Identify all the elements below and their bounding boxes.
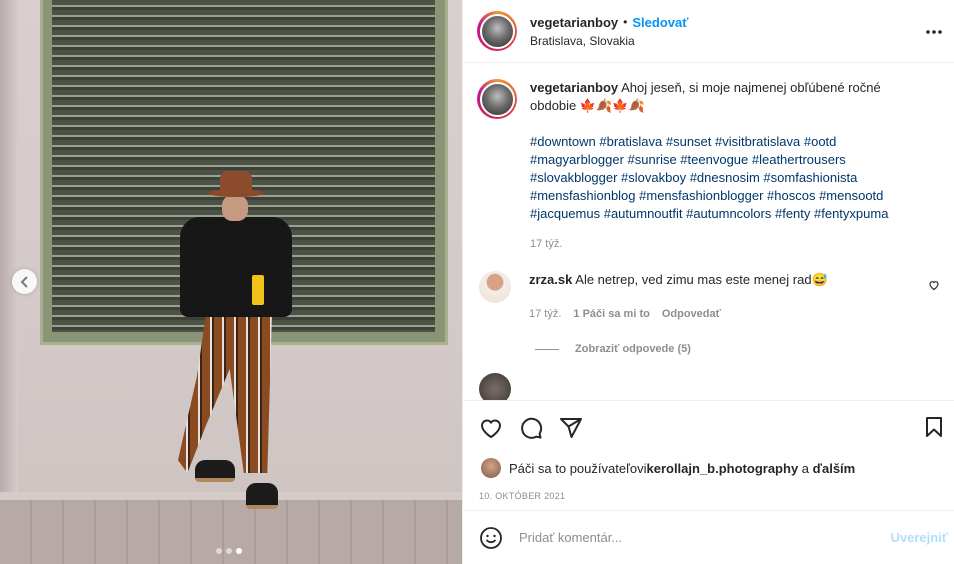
more-options-button[interactable] [924, 22, 944, 42]
post-dialog: vegetarianboy • Sledovať Bratislava, Slo… [0, 0, 954, 564]
replies-divider [535, 348, 559, 350]
likes-prefix: Páči sa to používateľovi [509, 460, 647, 476]
like-button[interactable] [479, 416, 503, 440]
caption-username[interactable]: vegetarianboy [530, 80, 618, 95]
author-avatar[interactable] [477, 11, 517, 51]
carousel-prev-button[interactable] [12, 269, 37, 294]
comment-like-button[interactable] [928, 279, 940, 291]
liker-avatar[interactable] [481, 458, 501, 478]
person-shoe-left [195, 460, 235, 482]
comment-icon [519, 416, 543, 440]
carousel-dot [216, 548, 222, 554]
comment-text: Ale netrep, ved zimu mas este menej rad😅 [575, 272, 828, 287]
liker-username[interactable]: kerollajn_b.photography [646, 461, 798, 476]
comment-button[interactable] [519, 416, 543, 440]
comment-input[interactable] [519, 530, 891, 545]
more-horizontal-icon [924, 22, 944, 42]
view-replies-label: Zobraziť odpovede (5) [575, 343, 691, 355]
post-panel: vegetarianboy • Sledovať Bratislava, Slo… [463, 0, 954, 564]
carousel-dot-active [236, 548, 242, 554]
likes-suffix: a [798, 460, 813, 476]
bookmark-icon [922, 415, 946, 439]
carousel-indicator [216, 548, 242, 554]
emoji-icon [479, 526, 503, 550]
save-button[interactable] [922, 415, 946, 439]
photo-wall-edge [0, 0, 18, 520]
heart-icon [479, 416, 503, 440]
add-comment-bar: Uverejniť [463, 510, 954, 564]
post-header: vegetarianboy • Sledovať Bratislava, Slo… [463, 0, 954, 63]
follow-button[interactable]: Sledovať [632, 15, 688, 30]
emoji-button[interactable] [479, 526, 503, 550]
action-bar [463, 400, 954, 454]
comment-reply-button[interactable]: Odpovedať [662, 305, 721, 323]
post-location[interactable]: Bratislava, Slovakia [530, 34, 688, 48]
caption-avatar[interactable] [477, 79, 517, 119]
comments-section[interactable]: vegetarianboy Ahoj jeseň, si moje najmen… [463, 63, 954, 400]
author-username[interactable]: vegetarianboy [530, 15, 618, 30]
carousel-dot [226, 548, 232, 554]
share-icon [559, 416, 583, 440]
person-shoe-right [246, 483, 278, 509]
commenter-avatar[interactable] [479, 271, 511, 303]
person-yellow-phone [252, 275, 264, 305]
publish-button[interactable]: Uverejniť [890, 530, 948, 545]
likes-others-link[interactable]: ďalším [813, 461, 856, 476]
likes-summary: Páči sa to používateľovi kerollajn_b.pho… [463, 454, 954, 482]
comment-time[interactable]: 17 týž. [529, 305, 561, 323]
person-face [222, 195, 248, 221]
chevron-left-icon [20, 275, 30, 288]
view-replies-button[interactable]: Zobraziť odpovede (5) [535, 343, 940, 355]
heart-icon [928, 279, 940, 291]
commenter-username[interactable]: zrza.sk [529, 272, 572, 287]
person-leather-jacket [180, 217, 292, 317]
comment-item-partial [477, 373, 940, 400]
caption-hashtags[interactable]: #downtown #bratislava #sunset #visitbrat… [530, 133, 926, 223]
header-separator: • [623, 15, 628, 29]
post-caption: vegetarianboy Ahoj jeseň, si moje najmen… [477, 79, 940, 253]
post-date[interactable]: 10. OKTÓBER 2021 [463, 482, 954, 510]
comment-likes[interactable]: 1 Páči sa mi to [573, 305, 649, 323]
commenter-avatar[interactable] [479, 373, 511, 400]
share-button[interactable] [559, 416, 583, 440]
person-striped-trousers [178, 313, 272, 473]
post-photo[interactable] [0, 0, 463, 564]
photo-person [160, 165, 300, 515]
comment-item: zrza.sk Ale netrep, ved zimu mas este me… [477, 271, 940, 323]
person-hat-crown [220, 171, 252, 193]
caption-time[interactable]: 17 týž. [530, 235, 926, 253]
